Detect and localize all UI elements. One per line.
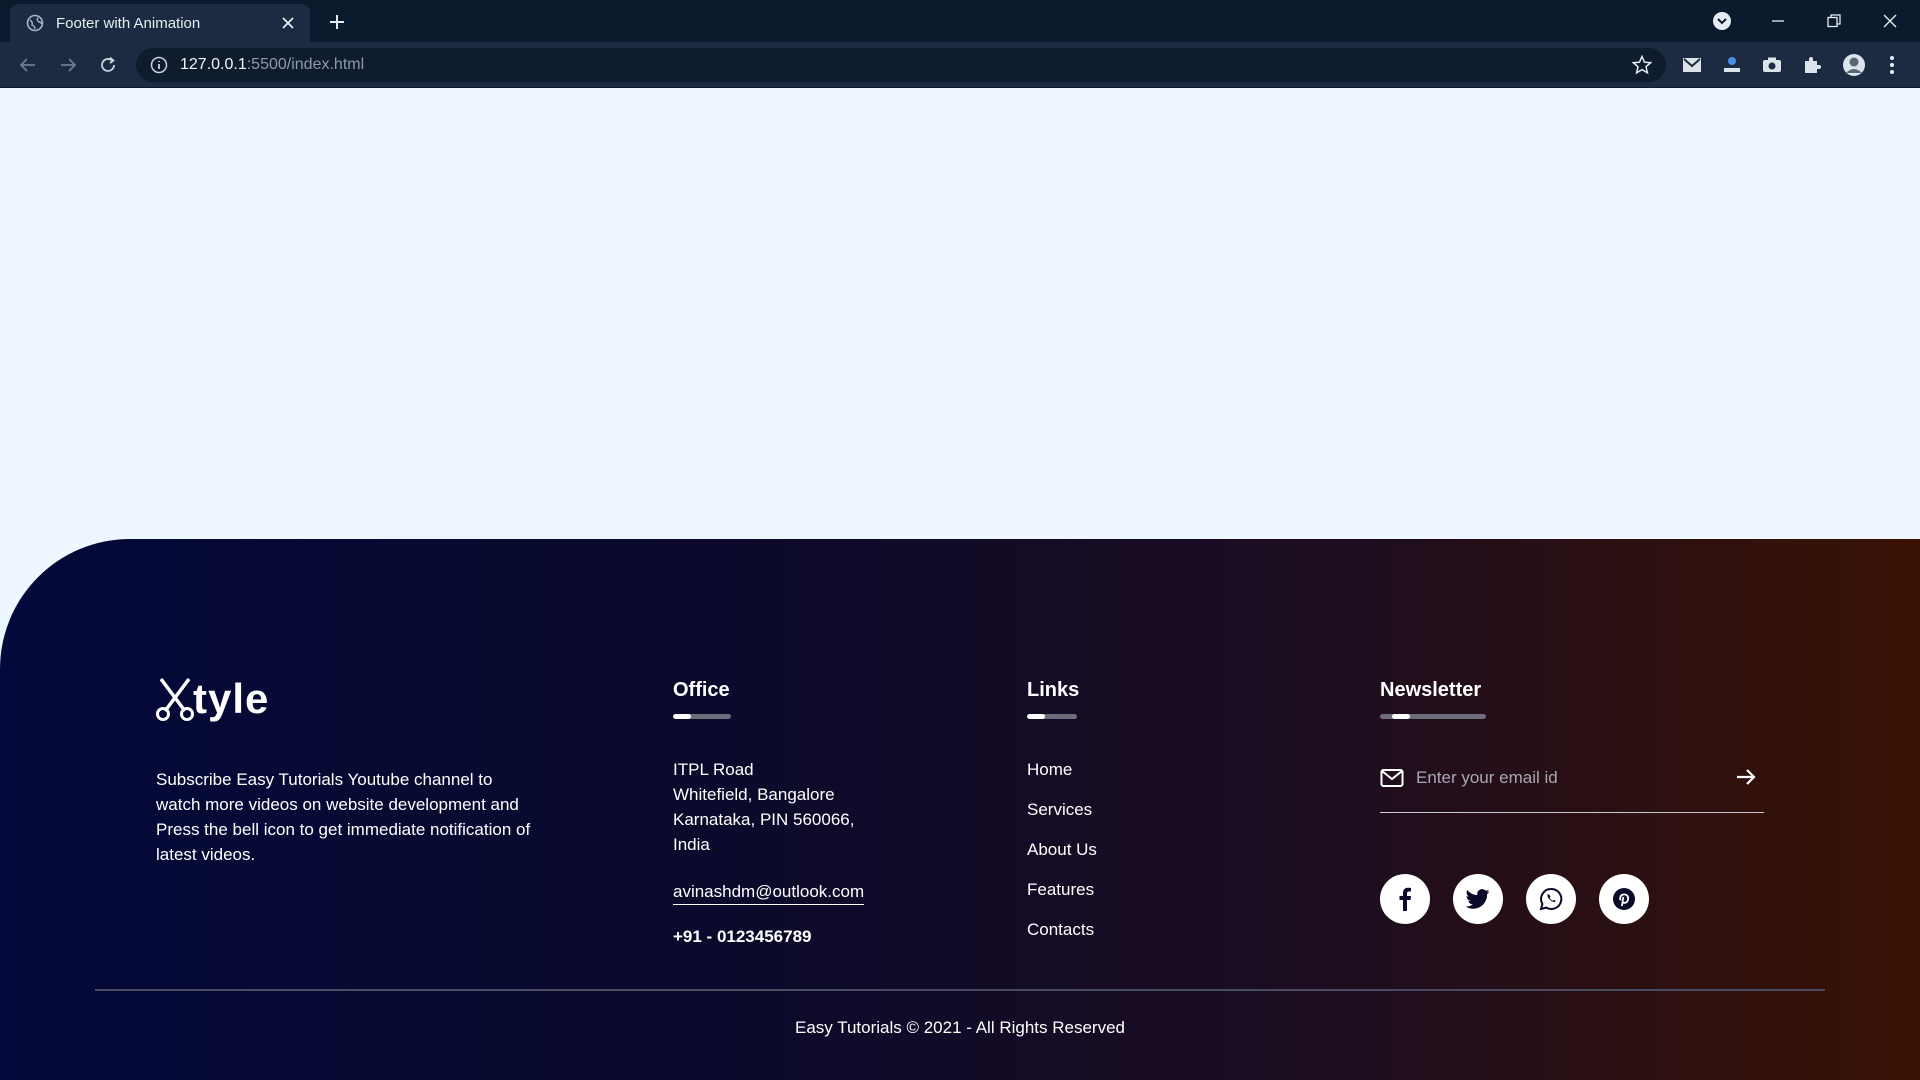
close-tab-icon[interactable] [278,13,298,33]
office-email-link[interactable]: avinashdm@outlook.com [673,882,865,905]
url-host: 127.0.0.1 [180,56,247,73]
brand-name: tyle [193,675,270,722]
tab-search-icon[interactable] [1702,6,1742,36]
reload-icon[interactable] [94,51,122,79]
links-column: Links Home Services About Us Features Co… [1027,679,1097,957]
newsletter-email-input[interactable] [1416,767,1734,788]
office-phone: +91 - 0123456789 [673,927,812,946]
gmail-extension-icon[interactable] [1680,53,1704,77]
facebook-icon[interactable] [1380,874,1430,924]
social-icons [1380,874,1764,924]
page-viewport: tyle Subscribe Easy Tutorials Youtube ch… [0,88,1920,1080]
url-path: :5500/index.html [246,56,365,73]
minimize-icon[interactable] [1758,6,1798,36]
footer-divider [95,989,1825,991]
browser-tab-bar: Footer with Animation [0,0,1920,42]
site-footer: tyle Subscribe Easy Tutorials Youtube ch… [0,539,1920,1080]
office-title: Office [673,679,730,701]
address-line: Whitefield, Bangalore [673,785,835,804]
office-address: ITPL Road Whitefield, Bangalore Karnatak… [673,757,864,857]
restore-icon[interactable] [1814,6,1854,36]
back-icon[interactable] [14,51,42,79]
whatsapp-icon[interactable] [1526,874,1576,924]
pinterest-icon[interactable] [1599,874,1649,924]
newsletter-column: Newsletter [1380,679,1764,924]
brand-logo[interactable]: tyle [155,675,269,723]
newsletter-title-underline [1380,714,1486,719]
twitter-icon[interactable] [1453,874,1503,924]
browser-menu-icon[interactable] [1880,53,1904,77]
links-title-underline [1027,714,1077,719]
footer-links-list: Home Services About Us Features Contacts [1027,757,1097,942]
scissors-icon [156,677,194,721]
site-info-icon[interactable] [150,56,168,74]
office-column: Office ITPL Road Whitefield, Bangalore K… [673,679,865,947]
address-bar[interactable]: 127.0.0.1:5500/index.html [136,48,1666,82]
office-title-underline [673,714,731,719]
copyright-text: Easy Tutorials © 2021 - All Rights Reser… [794,1018,1125,1037]
newsletter-form [1380,755,1764,813]
underline-dot [1392,714,1410,719]
links-title: Links [1027,679,1080,701]
footer-link-features[interactable]: Features [1027,877,1097,902]
tab-title: Footer with Animation [56,14,201,32]
underline-dot [1027,714,1045,719]
about-text: Subscribe Easy Tutorials Youtube channel… [156,770,531,864]
footer-link-home[interactable]: Home [1027,757,1097,782]
newsletter-title: Newsletter [1380,679,1482,701]
camera-extension-icon[interactable] [1760,53,1784,77]
puzzle-extensions-icon[interactable] [1800,53,1824,77]
bookmark-star-icon[interactable] [1632,55,1652,75]
arrow-right-icon[interactable] [1734,765,1758,789]
globe-icon [26,14,44,32]
footer-link-contacts[interactable]: Contacts [1027,917,1097,942]
profile-avatar-icon[interactable] [1842,53,1866,77]
browser-toolbar: 127.0.0.1:5500/index.html [0,42,1920,88]
download-extension-icon[interactable] [1720,53,1744,77]
footer-link-services[interactable]: Services [1027,797,1097,822]
mail-icon [1380,768,1404,787]
underline-dot [673,714,691,719]
browser-tab[interactable]: Footer with Animation [10,4,310,42]
address-line: Karnataka, PIN 560066, [673,810,855,829]
footer-link-about-us[interactable]: About Us [1027,837,1097,862]
forward-icon[interactable] [54,51,82,79]
close-window-icon[interactable] [1870,6,1910,36]
address-line: ITPL Road [673,760,754,779]
address-line: India [673,835,710,854]
new-tab-button[interactable] [324,9,350,35]
